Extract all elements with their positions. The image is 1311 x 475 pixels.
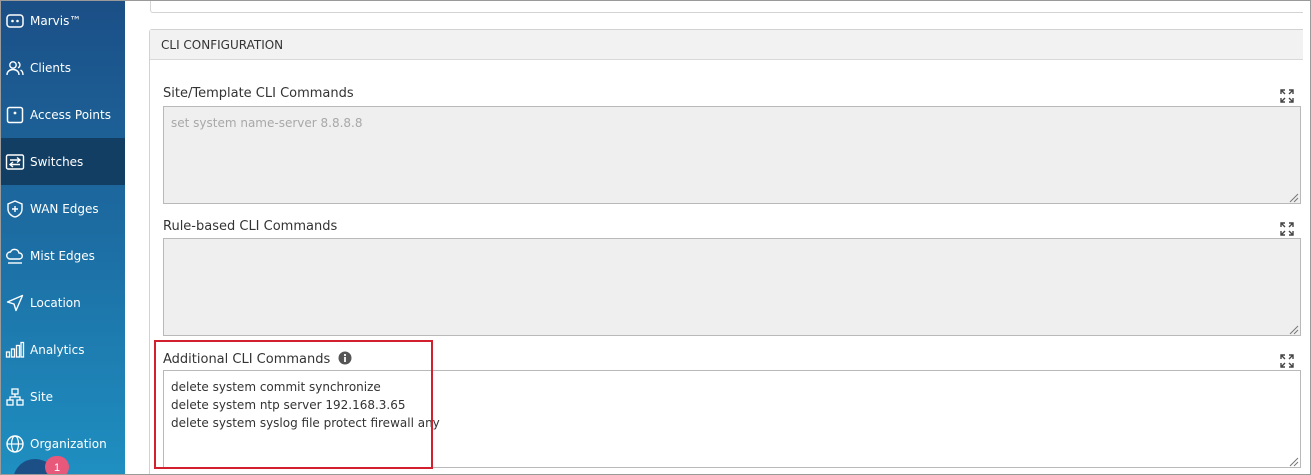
sidebar-item-site[interactable]: Site	[1, 373, 125, 420]
sidebar-item-wan-edges[interactable]: WAN Edges	[1, 185, 125, 232]
site-template-cli-placeholder: set system name-server 8.8.8.8	[171, 116, 363, 130]
sidebar-item-mist-edges[interactable]: Mist Edges	[1, 232, 125, 279]
globe-icon	[4, 433, 26, 455]
sidebar-item-switches[interactable]: Switches	[1, 138, 125, 185]
sidebar-item-label: Mist Edges	[30, 248, 95, 263]
wan-edges-icon	[4, 198, 26, 220]
marvis-icon	[4, 10, 26, 32]
sidebar-item-label: Marvis™	[30, 13, 82, 28]
expand-icon[interactable]	[1280, 89, 1294, 103]
sidebar-nav: Marvis™ Clients Access Points Switches W	[1, 1, 125, 474]
location-icon	[4, 292, 26, 314]
analytics-icon	[4, 339, 26, 361]
notification-badge: 1	[45, 456, 69, 474]
cli-configuration-panel: CLI CONFIGURATION Site/Template CLI Comm…	[149, 29, 1310, 474]
mist-edges-icon	[4, 245, 26, 267]
expand-icon[interactable]	[1280, 354, 1294, 368]
sidebar-item-marvis[interactable]: Marvis™	[1, 1, 125, 44]
additional-cli-label-text: Additional CLI Commands	[163, 352, 331, 367]
sidebar-item-access-points[interactable]: Access Points	[1, 91, 125, 138]
app-window: Marvis™ Clients Access Points Switches W	[0, 0, 1311, 475]
sidebar-item-label: Switches	[30, 154, 84, 169]
sidebar-item-label: Organization	[30, 436, 107, 451]
previous-section-edge	[150, 1, 1310, 13]
panel-title: CLI CONFIGURATION	[161, 37, 284, 52]
cli-command-line: delete system ntp server 192.168.3.65	[171, 398, 406, 412]
resize-grip-icon[interactable]	[1287, 322, 1299, 335]
main-content: CLI CONFIGURATION Site/Template CLI Comm…	[125, 1, 1310, 474]
page-edge	[1303, 2, 1310, 474]
sidebar-item-clients[interactable]: Clients	[1, 44, 125, 91]
resize-grip-icon[interactable]	[1287, 454, 1299, 467]
rule-based-cli-label: Rule-based CLI Commands	[163, 219, 338, 234]
sidebar-item-label: Clients	[30, 60, 71, 75]
sidebar-item-label: Access Points	[30, 107, 111, 122]
switches-icon	[4, 151, 26, 173]
site-template-cli-field[interactable]: set system name-server 8.8.8.8	[163, 106, 1301, 204]
expand-icon[interactable]	[1280, 222, 1294, 236]
panel-header: CLI CONFIGURATION	[150, 30, 1310, 60]
sidebar-item-label: Location	[30, 295, 81, 310]
additional-cli-label: Additional CLI Commands	[163, 351, 352, 367]
sidebar-item-location[interactable]: Location	[1, 279, 125, 326]
sidebar-item-label: WAN Edges	[30, 201, 99, 216]
additional-cli-field[interactable]: delete system commit synchronize delete …	[163, 370, 1301, 468]
sidebar-item-analytics[interactable]: Analytics	[1, 326, 125, 373]
site-icon	[4, 386, 26, 408]
info-icon[interactable]	[338, 351, 352, 365]
access-point-icon	[4, 104, 26, 126]
site-template-cli-label: Site/Template CLI Commands	[163, 86, 354, 101]
sidebar-item-label: Site	[30, 389, 54, 404]
sidebar-item-label: Analytics	[30, 342, 85, 357]
resize-grip-icon[interactable]	[1287, 190, 1299, 203]
cli-command-line: delete system commit synchronize	[171, 380, 381, 394]
clients-icon	[4, 57, 26, 79]
cli-command-line: delete system syslog file protect firewa…	[171, 416, 440, 430]
rule-based-cli-field[interactable]	[163, 238, 1301, 336]
